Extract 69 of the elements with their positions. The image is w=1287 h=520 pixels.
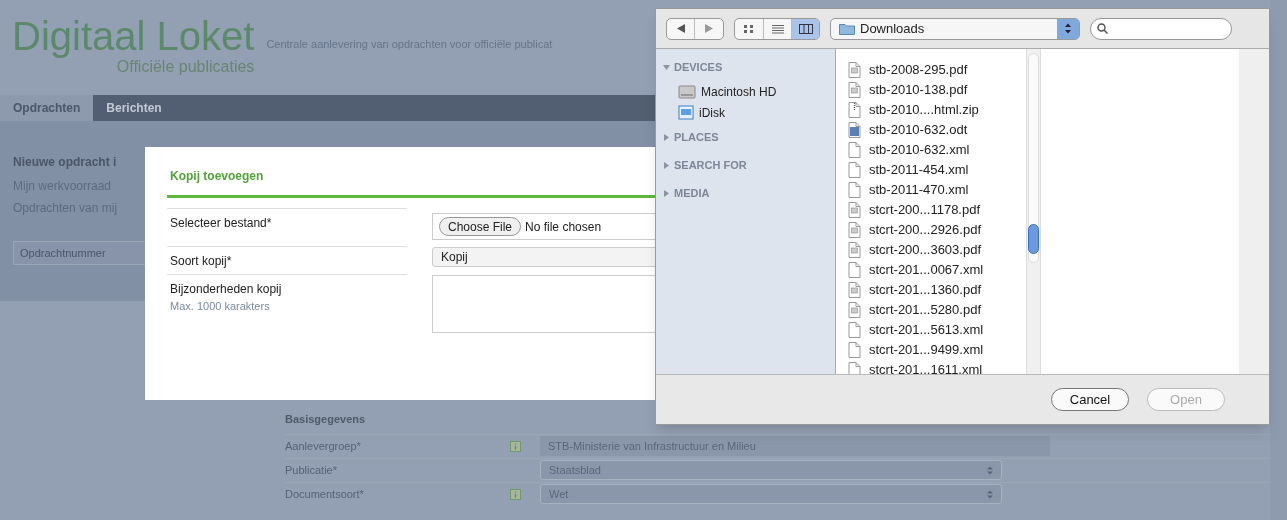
icon-view-icon: [743, 23, 755, 34]
file-item[interactable]: stb-2010....html.zip: [848, 100, 1026, 120]
modal-title: Kopij toevoegen: [169, 168, 264, 185]
form-label: Documentsoort*: [285, 486, 365, 502]
location-popup[interactable]: Downloads: [830, 17, 1080, 40]
file-icon: [848, 262, 861, 278]
file-icon: [848, 342, 861, 358]
section-title: Basisgegevens: [285, 412, 367, 427]
file-item[interactable]: stb-2010-138.pdf: [848, 80, 1026, 100]
folder-icon: [839, 22, 855, 35]
list-view-icon: [771, 23, 784, 34]
file-icon: [848, 322, 861, 338]
field-label: Selecteer bestand*: [170, 215, 273, 232]
file-item[interactable]: stcrt-201...1360.pdf: [848, 280, 1026, 300]
site-logo-title: Digitaal Loket: [12, 14, 255, 58]
sidebar-item[interactable]: Macintosh HD: [663, 81, 835, 102]
file-item[interactable]: stcrt-201...0067.xml: [848, 260, 1026, 280]
file-item[interactable]: stb-2008-295.pdf: [848, 60, 1026, 80]
scroll-thumb[interactable]: [1028, 224, 1039, 254]
file-item[interactable]: stcrt-201...5613.xml: [848, 320, 1026, 340]
file-item[interactable]: stcrt-201...5280.pdf: [848, 300, 1026, 320]
collapsed-triangle-icon: [663, 161, 670, 169]
collapsed-triangle-icon: [663, 189, 670, 197]
file-item[interactable]: stb-2011-454.xml: [848, 160, 1026, 180]
file-icon: [848, 82, 861, 98]
file-icon: [848, 62, 861, 78]
file-icon: [848, 182, 861, 198]
file-icon: [848, 242, 861, 258]
column-view-icon: [798, 23, 813, 34]
field-hint: Max. 1000 karakters: [170, 299, 271, 314]
expanded-triangle-icon: [663, 63, 670, 71]
file-icon: [848, 122, 861, 138]
form-label: Publicatie*: [285, 462, 338, 478]
file-icon: [848, 282, 861, 298]
scrollbar[interactable]: [1026, 49, 1041, 374]
file-icon: [848, 202, 861, 218]
dialog-button[interactable]: Cancel: [1051, 388, 1129, 411]
file-item[interactable]: stcrt-200...1178.pdf: [848, 200, 1026, 220]
file-icon: [848, 222, 861, 238]
file-icon: [848, 102, 861, 118]
stepper-icon: [987, 465, 993, 475]
search-field[interactable]: [1090, 17, 1232, 40]
file-item[interactable]: stcrt-200...3603.pdf: [848, 240, 1026, 260]
file-item[interactable]: stb-2010-632.xml: [848, 140, 1026, 160]
file-icon: [848, 302, 861, 318]
file-item[interactable]: stcrt-201...1611.xml: [848, 360, 1026, 374]
file-item[interactable]: stb-2010-632.odt: [848, 120, 1026, 140]
field-label: Soort kopij*: [170, 253, 233, 270]
field-label: Bijzonderheden kopij: [170, 281, 283, 298]
info-icon[interactable]: [510, 440, 521, 452]
site-logo-subtitle: Officiële publicaties: [116, 58, 255, 76]
file-item[interactable]: stcrt-201...9499.xml: [848, 340, 1026, 360]
sidebar-heading: Nieuwe opdracht i: [13, 154, 117, 171]
choose-file-button[interactable]: Choose File: [439, 217, 522, 236]
file-item[interactable]: stcrt-200...2926.pdf: [848, 220, 1026, 240]
file-item[interactable]: stb-2011-470.xml: [848, 180, 1026, 200]
file-icon: [848, 142, 861, 158]
search-icon: [1097, 23, 1108, 34]
collapsed-triangle-icon: [663, 133, 670, 141]
form-label: Aanlevergroep*: [285, 438, 362, 454]
stepper-icon: [987, 489, 993, 499]
file-status: No file chosen: [525, 218, 602, 236]
info-icon[interactable]: [510, 488, 521, 500]
forward-arrow-icon: [705, 24, 713, 33]
file-icon: [848, 162, 861, 178]
sidebar-item[interactable]: iDisk: [663, 102, 835, 123]
back-arrow-icon: [676, 24, 685, 33]
stepper-icon: [1065, 23, 1071, 34]
view-mode-button[interactable]: [791, 18, 819, 39]
